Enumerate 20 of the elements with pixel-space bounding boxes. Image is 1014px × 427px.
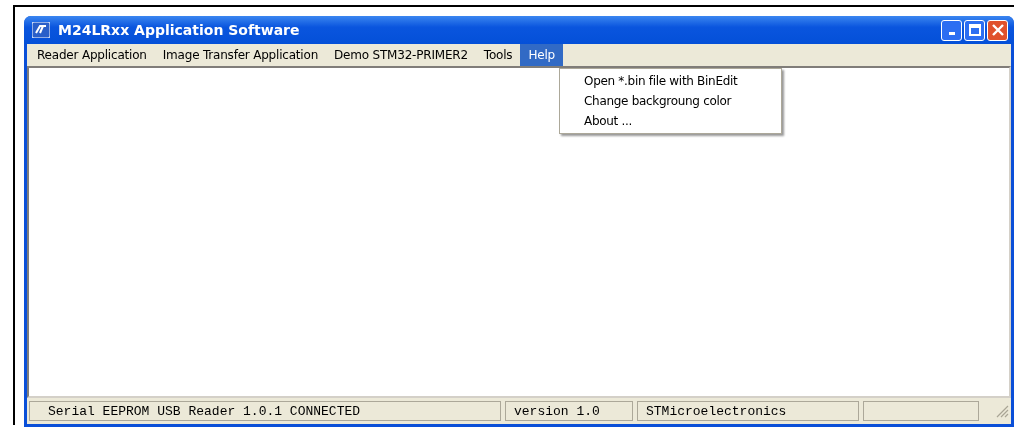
close-button[interactable] xyxy=(987,19,1008,41)
menu-item[interactable]: Image Transfer Application xyxy=(154,44,327,66)
menu-item[interactable]: Tools xyxy=(475,44,521,66)
minimize-icon xyxy=(948,32,955,35)
menu-entry[interactable]: Change backgroung color xyxy=(560,91,781,111)
menu-item[interactable]: Demo STM32-PRIMER2 xyxy=(326,44,476,66)
maximize-icon xyxy=(968,24,981,36)
status-panel: version 1.0 xyxy=(505,401,633,421)
menu-item[interactable]: Reader Application xyxy=(29,44,155,66)
maximize-button[interactable] xyxy=(964,19,985,41)
menu-entry[interactable]: Open *.bin file with BinEdit xyxy=(560,71,781,91)
window-title: M24LRxx Application Software xyxy=(58,22,301,38)
resize-grip-icon[interactable] xyxy=(995,404,1009,418)
minimize-button[interactable] xyxy=(941,19,962,41)
menu-entry[interactable]: About ... xyxy=(560,111,781,131)
close-icon xyxy=(991,24,1004,36)
menu-item[interactable]: Help xyxy=(520,44,563,66)
status-panel: STMicroelectronics xyxy=(637,401,859,421)
status-panel: Serial EEPROM USB Reader 1.0.1 CONNECTED xyxy=(29,401,501,421)
logo-icon xyxy=(32,22,50,38)
